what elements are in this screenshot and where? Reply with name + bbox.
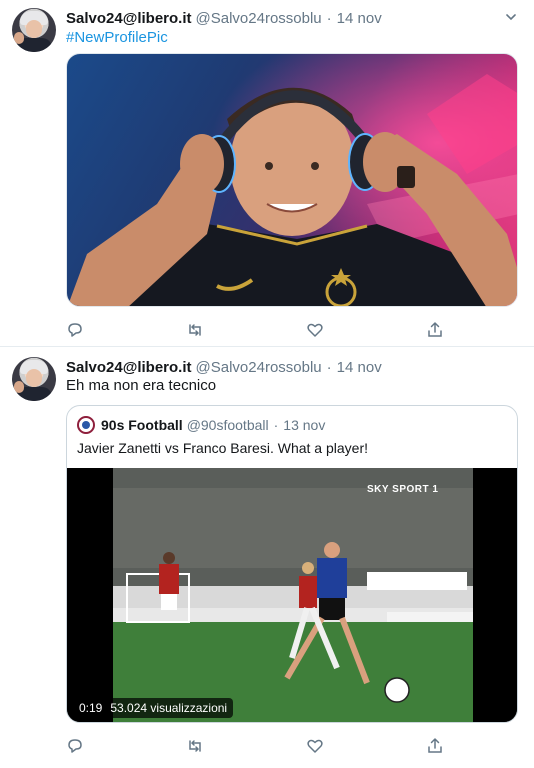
like-icon[interactable]	[306, 321, 324, 339]
quoted-tweet-text: Javier Zanetti vs Franco Baresi. What a …	[77, 440, 368, 456]
football-video-frame	[67, 468, 517, 722]
tweet-actions	[66, 321, 442, 341]
author-handle[interactable]: @Salvo24rossoblu	[196, 10, 322, 27]
author-handle[interactable]: @Salvo24rossoblu	[196, 359, 322, 376]
avatar[interactable]	[12, 357, 56, 401]
dj-photo-image	[67, 54, 517, 306]
separator: ·	[326, 358, 332, 376]
share-icon[interactable]	[426, 737, 444, 755]
retweet-icon[interactable]	[186, 321, 204, 339]
like-icon[interactable]	[306, 737, 324, 755]
tweet-photo[interactable]	[66, 53, 518, 307]
separator: ·	[326, 9, 332, 27]
author-name[interactable]: Salvo24@libero.it	[66, 10, 192, 27]
tweet-header: Salvo24@libero.it @Salvo24rossoblu · 14 …	[66, 357, 382, 377]
quoted-tweet-header: 90s Football @90sfootball · 13 nov	[77, 415, 325, 435]
avatar[interactable]	[12, 8, 56, 52]
retweet-icon[interactable]	[186, 737, 204, 755]
share-icon[interactable]	[426, 321, 444, 339]
tweet-date[interactable]: 14 nov	[337, 359, 382, 376]
tweet-text[interactable]: #NewProfilePic	[66, 29, 168, 46]
tweet-text[interactable]: Eh ma non era tecnico	[66, 377, 216, 394]
tweet[interactable]: Salvo24@libero.it @Salvo24rossoblu · 14 …	[0, 348, 534, 768]
video-duration: 0:19	[79, 701, 103, 715]
video-views: 53.024 visualizzazioni	[110, 701, 228, 715]
quoted-author-handle: @90sfootball	[186, 417, 269, 433]
quoted-tweet[interactable]: 90s Football @90sfootball · 13 nov Javie…	[66, 405, 518, 723]
video-stats-badge: 0:19 53.024 visualizzazioni	[73, 698, 234, 718]
quoted-author-name: 90s Football	[101, 417, 183, 433]
sky-sport-logo: SKY SPORT 1	[367, 484, 439, 495]
video-player[interactable]: SKY SPORT 1 0:19 53.024 visualizzazioni	[67, 468, 517, 722]
tweet-actions	[66, 737, 442, 757]
quoted-tweet-date: 13 nov	[283, 417, 326, 433]
quoted-avatar	[77, 416, 95, 434]
author-name[interactable]: Salvo24@libero.it	[66, 359, 192, 376]
tweet[interactable]: Salvo24@libero.it @Salvo24rossoblu · 14 …	[0, 0, 534, 347]
reply-icon[interactable]	[66, 321, 84, 339]
tweet-date[interactable]: 14 nov	[337, 10, 382, 27]
separator: ·	[273, 417, 279, 433]
chevron-down-icon[interactable]	[504, 10, 518, 24]
reply-icon[interactable]	[66, 737, 84, 755]
tweet-header: Salvo24@libero.it @Salvo24rossoblu · 14 …	[66, 8, 382, 28]
